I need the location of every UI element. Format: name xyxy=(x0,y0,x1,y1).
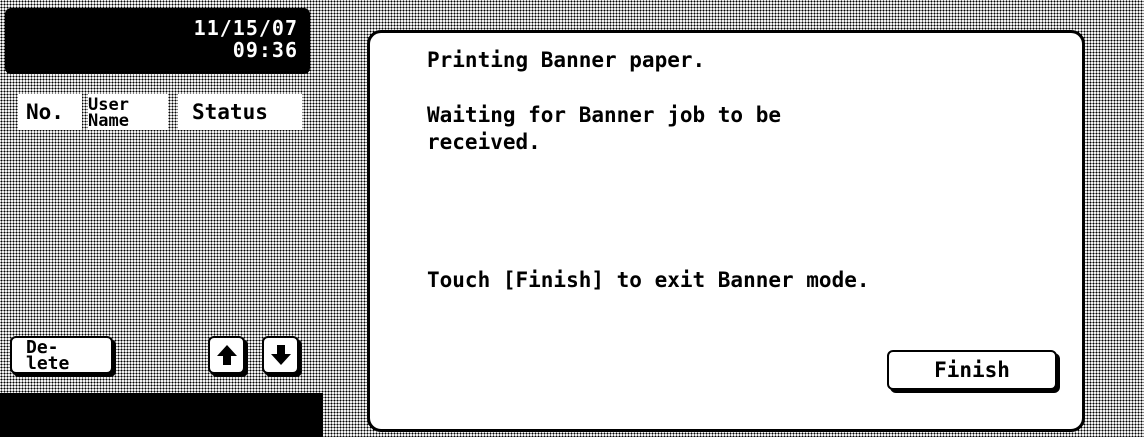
clock-date: 11/15/07 xyxy=(193,16,298,40)
job-list-panel: 11/15/07 09:36 No. User Name Status De- … xyxy=(0,0,323,437)
finish-button[interactable]: Finish xyxy=(887,350,1057,390)
dialog-message-printing: Printing Banner paper. xyxy=(427,48,706,72)
delete-button-label-line2: lete xyxy=(26,353,70,374)
arrow-up-icon xyxy=(216,345,237,365)
footer-bar xyxy=(0,393,323,437)
column-header-user-name: User Name xyxy=(88,94,168,130)
column-header-number: No. xyxy=(18,94,82,130)
arrow-down-icon xyxy=(270,345,291,365)
dialog-message-waiting: Waiting for Banner job to be received. xyxy=(427,103,782,154)
clock-time: 09:36 xyxy=(232,38,298,62)
delete-button[interactable]: De- lete xyxy=(10,336,113,374)
scroll-up-button[interactable] xyxy=(208,336,245,374)
column-header-user-name-line2: Name xyxy=(88,111,129,131)
column-header-status: Status xyxy=(178,94,302,130)
banner-mode-dialog: Printing Banner paper. Waiting for Banne… xyxy=(367,30,1085,432)
dialog-message-instruction: Touch [Finish] to exit Banner mode. xyxy=(427,268,870,292)
scroll-down-button[interactable] xyxy=(262,336,299,374)
date-time-display: 11/15/07 09:36 xyxy=(5,8,310,74)
